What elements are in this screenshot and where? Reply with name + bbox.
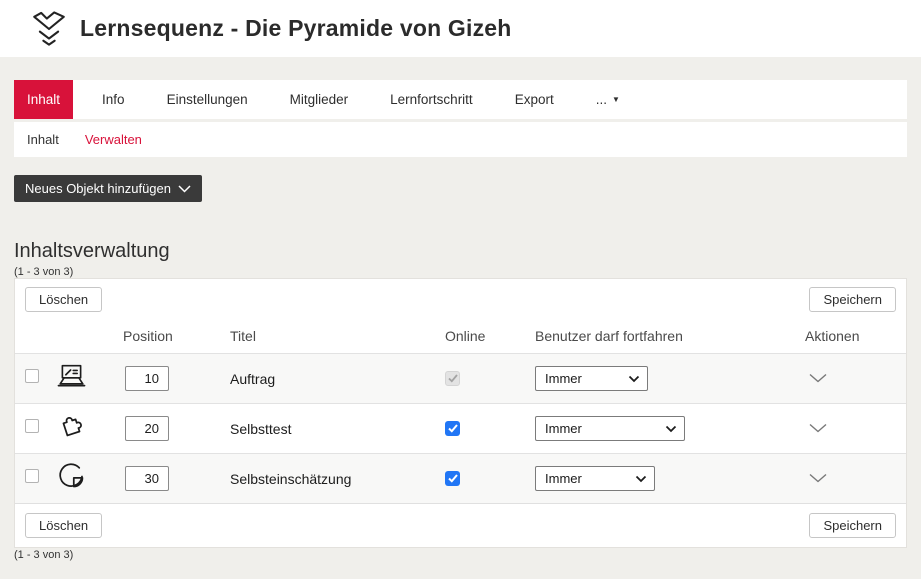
save-button-top[interactable]: Speichern [809, 287, 896, 312]
chevron-down-icon [809, 373, 827, 383]
proceed-select[interactable]: Immer [535, 466, 655, 491]
proceed-select[interactable]: Immer [535, 366, 648, 391]
tab-mitglieder[interactable]: Mitglieder [277, 80, 362, 119]
main-tabbar: Inhalt Info Einstellungen Mitglieder Ler… [14, 80, 907, 119]
learning-sequence-icon [29, 9, 69, 49]
column-header-titel: Titel [211, 328, 423, 344]
table-toolbar-bottom: Löschen Speichern [15, 503, 906, 547]
position-input[interactable] [125, 466, 169, 491]
object-title: Selbsttest [211, 421, 423, 437]
result-range-top: (1 - 3 von 3) [14, 266, 73, 278]
tab-einstellungen[interactable]: Einstellungen [154, 80, 261, 119]
column-header-aktionen: Aktionen [789, 328, 896, 344]
content-table: Löschen Speichern Position Titel Online … [14, 278, 907, 548]
tab-info[interactable]: Info [89, 80, 138, 119]
online-checkbox[interactable] [445, 421, 460, 436]
caret-down-icon: ▼ [612, 96, 620, 104]
table-row: Selbsttest Immer [15, 403, 906, 453]
online-checkbox[interactable] [445, 471, 460, 486]
check-icon [448, 474, 458, 483]
row-actions-chevron[interactable] [809, 373, 827, 383]
column-header-online: Online [423, 328, 515, 344]
section-title: Inhaltsverwaltung [14, 240, 170, 263]
online-checkbox-disabled [445, 371, 460, 386]
row-actions-chevron[interactable] [809, 473, 827, 483]
subtab-verwalten[interactable]: Verwalten [72, 132, 155, 147]
check-icon [448, 374, 458, 383]
check-icon [448, 424, 458, 433]
chevron-down-icon [178, 185, 191, 193]
delete-button-bottom[interactable]: Löschen [25, 513, 102, 538]
sub-tabbar: Inhalt Verwalten [14, 122, 907, 157]
row-select-checkbox[interactable] [25, 419, 39, 433]
tab-export[interactable]: Export [502, 80, 567, 119]
table-header-row: Position Titel Online Benutzer darf fort… [15, 319, 906, 353]
tab-lernfortschritt[interactable]: Lernfortschritt [377, 80, 486, 119]
subtab-inhalt[interactable]: Inhalt [14, 132, 72, 147]
save-button-bottom[interactable]: Speichern [809, 513, 896, 538]
survey-icon [55, 461, 88, 492]
exercise-icon [55, 361, 88, 392]
chevron-down-icon [809, 473, 827, 483]
page-header: Lernsequenz - Die Pyramide von Gizeh [0, 0, 921, 57]
result-range-bottom: (1 - 3 von 3) [14, 549, 73, 561]
column-header-position: Position [111, 328, 211, 344]
row-select-checkbox[interactable] [25, 469, 39, 483]
page-title: Lernsequenz - Die Pyramide von Gizeh [80, 15, 512, 42]
row-actions-chevron[interactable] [809, 423, 827, 433]
position-input[interactable] [125, 416, 169, 441]
column-header-proceed: Benutzer darf fortfahren [515, 328, 789, 344]
chevron-down-icon [809, 423, 827, 433]
position-input[interactable] [125, 366, 169, 391]
test-icon [55, 411, 88, 442]
object-title: Auftrag [211, 371, 423, 387]
table-toolbar-top: Löschen Speichern [15, 279, 906, 319]
delete-button-top[interactable]: Löschen [25, 287, 102, 312]
table-row: Auftrag Immer [15, 353, 906, 403]
proceed-select[interactable]: Immer [535, 416, 685, 441]
add-object-button[interactable]: Neues Objekt hinzufügen [14, 175, 202, 202]
table-row: Selbsteinschätzung Immer [15, 453, 906, 503]
tab-inhalt[interactable]: Inhalt [14, 80, 73, 119]
tab-more[interactable]: ... ▼ [583, 80, 633, 119]
row-select-checkbox[interactable] [25, 369, 39, 383]
object-title: Selbsteinschätzung [211, 471, 423, 487]
